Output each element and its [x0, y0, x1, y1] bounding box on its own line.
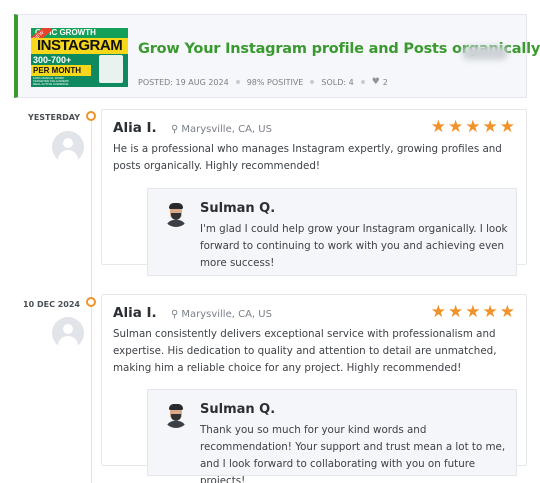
- seller-avatar: [163, 402, 189, 428]
- seller-reply: Sulman Q. I'm glad I could help grow you…: [147, 188, 517, 276]
- service-card[interactable]: OR IC GROWTH NEW INSTAGRAM 300-700+ PER …: [14, 14, 540, 98]
- thumbnail-main-text: INSTAGRAM: [31, 38, 128, 54]
- timeline-dot: [86, 297, 96, 307]
- service-meta: POSTED: 19 AUG 2024 98% POSITIVE SOLD: 4…: [138, 77, 388, 87]
- like-count: 2: [382, 77, 388, 87]
- reviewer-avatar: [52, 131, 84, 163]
- location-text: Marysville, CA, US: [181, 124, 272, 135]
- reviewer-avatar: [52, 317, 84, 349]
- sold-count: SOLD: 4: [321, 77, 354, 87]
- posted-date: POSTED: 19 AUG 2024: [138, 77, 229, 87]
- review-card: Alia I. ⚲ Marysville, CA, US ★★★★★ He is …: [101, 109, 527, 276]
- timeline-dot: [86, 111, 96, 121]
- seller-name[interactable]: Sulman Q.: [200, 201, 275, 216]
- thumbnail-bullets: 100% MANUAL WORK TARGETED FOLLOWERS REAL…: [33, 77, 69, 86]
- review-date: YESTERDAY: [28, 113, 80, 122]
- phone-illustration: [99, 55, 123, 83]
- service-thumbnail[interactable]: OR IC GROWTH NEW INSTAGRAM 300-700+ PER …: [31, 28, 128, 87]
- location-pin-icon: ⚲: [171, 124, 179, 135]
- location-pin-icon: ⚲: [171, 309, 179, 320]
- seller-avatar: [163, 201, 189, 227]
- review-text: He is a professional who manages Instagr…: [113, 143, 502, 172]
- thumbnail-count-text: 300-700+: [33, 55, 72, 65]
- seller-reply: Sulman Q. Thank you so much for your kin…: [147, 389, 517, 483]
- review-date: 10 DEC 2024: [23, 300, 80, 309]
- meta-separator: [235, 80, 240, 84]
- meta-separator: [360, 80, 365, 84]
- star-rating: ★★★★★: [430, 302, 517, 321]
- reviewer-name[interactable]: Alia I.: [113, 305, 157, 321]
- star-rating: ★★★★★: [430, 117, 517, 136]
- reply-text: I'm glad I could help grow your Instagra…: [200, 223, 508, 269]
- location-text: Marysville, CA, US: [181, 309, 272, 320]
- reviewer-location: ⚲ Marysville, CA, US: [171, 309, 272, 320]
- reply-text: Thank you so much for your kind words an…: [200, 424, 506, 483]
- heart-icon: ♥: [371, 77, 380, 87]
- thumbnail-month-text: PER MONTH: [31, 65, 91, 76]
- blurred-price: [462, 46, 508, 60]
- review-text: Sulman consistently delivers exceptional…: [113, 328, 497, 374]
- reviewer-location: ⚲ Marysville, CA, US: [171, 124, 272, 135]
- meta-separator: [310, 80, 315, 84]
- reviewer-name[interactable]: Alia I.: [113, 120, 157, 136]
- thumbnail-bullet: REAL ACTIVE AUDIENCE: [33, 82, 69, 86]
- review-card: Alia I. ⚲ Marysville, CA, US ★★★★★ Sulman…: [101, 294, 527, 483]
- seller-name[interactable]: Sulman Q.: [200, 402, 275, 417]
- positive-rating: 98% POSITIVE: [246, 77, 304, 87]
